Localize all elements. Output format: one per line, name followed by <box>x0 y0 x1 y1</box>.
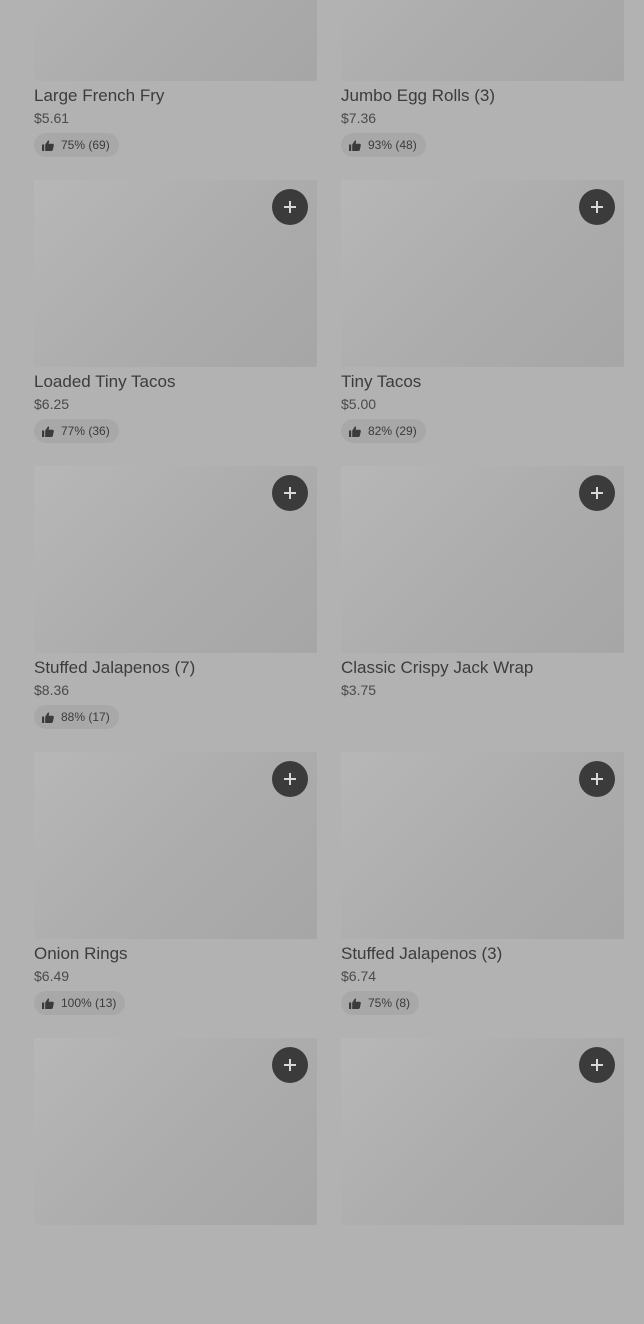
item-price: $5.00 <box>341 396 377 412</box>
rating-text: 77% (36) <box>61 424 110 438</box>
rating-badge: 75% (8) <box>341 991 420 1015</box>
add-to-cart-button[interactable] <box>272 1047 308 1083</box>
menu-item-card[interactable]: Large French Fry $5.61 75% (69) <box>34 0 317 180</box>
rating-text: 82% (29) <box>368 424 417 438</box>
item-name[interactable]: Jumbo Egg Rolls (3) <box>341 85 624 107</box>
add-to-cart-button[interactable] <box>272 189 308 225</box>
menu-item-card[interactable]: Classic Crispy Jack Wrap $3.75 <box>341 466 624 752</box>
rating-badge: 88% (17) <box>34 705 119 729</box>
rating-text: 75% (8) <box>368 996 411 1010</box>
item-image[interactable] <box>34 1038 317 1225</box>
menu-item-card[interactable]: Loaded Tiny Tacos $6.25 77% (36) <box>34 180 317 466</box>
rating-badge: 77% (36) <box>34 419 119 443</box>
item-image[interactable] <box>341 180 624 367</box>
thumbs-up-icon <box>349 997 361 1009</box>
item-name[interactable]: Tiny Tacos <box>341 371 624 393</box>
menu-item-card[interactable]: Tiny Tacos $5.00 82% (29) <box>341 180 624 466</box>
thumbs-up-icon <box>42 997 54 1009</box>
plus-icon <box>284 487 296 499</box>
item-name[interactable]: Large French Fry <box>34 85 317 107</box>
item-price: $6.49 <box>34 968 70 984</box>
add-to-cart-button[interactable] <box>272 475 308 511</box>
item-price: $6.25 <box>34 396 70 412</box>
item-price: $8.36 <box>34 682 70 698</box>
thumbs-up-icon <box>42 139 54 151</box>
add-to-cart-button[interactable] <box>579 1047 615 1083</box>
item-name[interactable]: Loaded Tiny Tacos <box>34 371 317 393</box>
item-name[interactable]: Classic Crispy Jack Wrap <box>341 657 624 679</box>
item-image[interactable] <box>341 0 624 81</box>
plus-icon <box>591 201 603 213</box>
item-price: $6.74 <box>341 968 377 984</box>
add-to-cart-button[interactable] <box>579 475 615 511</box>
menu-item-card[interactable]: Stuffed Jalapenos (3) $6.74 75% (8) <box>341 752 624 1038</box>
item-image[interactable] <box>341 1038 624 1225</box>
rating-text: 88% (17) <box>61 710 110 724</box>
thumbs-up-icon <box>42 425 54 437</box>
menu-item-card[interactable]: Jumbo Egg Rolls (3) $7.36 93% (48) <box>341 0 624 180</box>
plus-icon <box>284 773 296 785</box>
add-to-cart-button[interactable] <box>272 761 308 797</box>
add-to-cart-button[interactable] <box>579 761 615 797</box>
item-name[interactable]: Stuffed Jalapenos (7) <box>34 657 317 679</box>
item-price: $3.75 <box>341 682 377 698</box>
thumbs-up-icon <box>349 425 361 437</box>
item-price: $7.36 <box>341 110 377 126</box>
rating-badge: 100% (13) <box>34 991 126 1015</box>
rating-badge: 93% (48) <box>341 133 426 157</box>
item-image[interactable] <box>341 466 624 653</box>
plus-icon <box>591 773 603 785</box>
item-name[interactable]: Onion Rings <box>34 943 317 965</box>
rating-text: 93% (48) <box>368 138 417 152</box>
plus-icon <box>591 1059 603 1071</box>
plus-icon <box>284 1059 296 1071</box>
rating-badge: 75% (69) <box>34 133 119 157</box>
item-price: $5.61 <box>34 110 70 126</box>
item-image[interactable] <box>34 0 317 81</box>
menu-item-card[interactable] <box>341 1038 624 1324</box>
add-to-cart-button[interactable] <box>579 189 615 225</box>
menu-item-card[interactable] <box>34 1038 317 1324</box>
item-image[interactable] <box>34 752 317 939</box>
rating-text: 100% (13) <box>61 996 117 1010</box>
thumbs-up-icon <box>42 711 54 723</box>
thumbs-up-icon <box>349 139 361 151</box>
menu-item-card[interactable]: Stuffed Jalapenos (7) $8.36 88% (17) <box>34 466 317 752</box>
item-name[interactable]: Stuffed Jalapenos (3) <box>341 943 624 965</box>
menu-item-card[interactable]: Onion Rings $6.49 100% (13) <box>34 752 317 1038</box>
item-image[interactable] <box>341 752 624 939</box>
item-image[interactable] <box>34 180 317 367</box>
rating-text: 75% (69) <box>61 138 110 152</box>
plus-icon <box>284 201 296 213</box>
item-image[interactable] <box>34 466 317 653</box>
plus-icon <box>591 487 603 499</box>
rating-badge: 82% (29) <box>341 419 426 443</box>
menu-item-grid: Large French Fry $5.61 75% (69) Jumbo Eg… <box>34 0 624 1324</box>
